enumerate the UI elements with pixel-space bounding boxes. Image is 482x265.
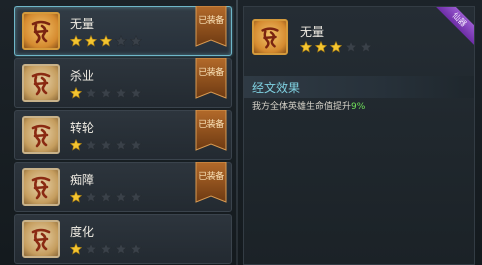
scripture-detail-panel: 无量 仙器 经文效果 我方全体英雄生命值提升9% [243, 6, 475, 265]
star-empty-icon [345, 41, 357, 53]
effect-description: 我方全体英雄生命值提升9% [252, 99, 365, 112]
section-title: 经文效果 [252, 81, 301, 95]
equipped-label: 已装备 [198, 68, 224, 78]
scripture-name: 转轮 [70, 121, 95, 135]
star-filled-icon [100, 35, 112, 47]
star-filled-icon [70, 139, 82, 151]
star-filled-icon [70, 87, 82, 99]
effect-text: 我方全体英雄生命值提升 [252, 102, 352, 112]
star-rating [70, 87, 142, 99]
star-filled-icon [70, 35, 82, 47]
star-rating [70, 191, 142, 203]
star-rating [70, 139, 142, 151]
star-empty-icon [115, 139, 127, 151]
star-empty-icon [85, 139, 97, 151]
star-empty-icon [130, 139, 142, 151]
star-filled-icon [300, 41, 312, 53]
equipped-label: 已装备 [198, 120, 224, 130]
star-filled-icon [70, 243, 82, 255]
scripture-item-2[interactable]: 转轮 已装备 [14, 110, 232, 160]
panel-divider [236, 0, 238, 265]
star-empty-icon [100, 87, 112, 99]
rarity-label: 仙器 [434, 7, 474, 47]
scripture-item-1[interactable]: 杀业 已装备 [14, 58, 232, 108]
equipped-label: 已装备 [198, 172, 224, 182]
star-empty-icon [360, 41, 372, 53]
star-empty-icon [130, 35, 142, 47]
star-filled-icon [315, 41, 327, 53]
star-empty-icon [115, 87, 127, 99]
detail-star-rating [300, 41, 372, 53]
scripture-name: 无量 [70, 17, 95, 31]
scripture-name: 杀业 [70, 69, 95, 83]
star-empty-icon [130, 87, 142, 99]
effect-value: 9% [351, 102, 366, 112]
scripture-item-0[interactable]: 无量 已装备 [14, 6, 232, 56]
detail-name: 无量 [300, 25, 325, 39]
star-empty-icon [100, 191, 112, 203]
star-rating [70, 243, 142, 255]
equipped-badge: 已装备 [195, 162, 227, 208]
detail-rune-icon [252, 19, 288, 55]
star-empty-icon [115, 35, 127, 47]
star-filled-icon [330, 41, 342, 53]
star-filled-icon [85, 35, 97, 47]
equipped-badge: 已装备 [195, 110, 227, 156]
equipped-label: 已装备 [198, 16, 224, 26]
rune-icon [22, 116, 60, 154]
star-empty-icon [85, 191, 97, 203]
scripture-name: 度化 [70, 225, 95, 239]
star-empty-icon [85, 87, 97, 99]
rune-icon [22, 12, 60, 50]
star-empty-icon [130, 243, 142, 255]
equipped-badge: 已装备 [195, 6, 227, 52]
scripture-item-3[interactable]: 痴障 已装备 [14, 162, 232, 212]
star-rating [70, 35, 142, 47]
rune-icon [22, 168, 60, 206]
scripture-list[interactable]: 无量 已装备 杀业 已装备 转轮 已装备 痴障 已装备 度化 [14, 6, 234, 265]
rarity-ribbon: 仙器 [434, 7, 474, 47]
rune-icon [22, 64, 60, 102]
equipped-badge: 已装备 [195, 58, 227, 104]
star-empty-icon [100, 243, 112, 255]
star-empty-icon [100, 139, 112, 151]
rune-icon [22, 220, 60, 258]
star-filled-icon [70, 191, 82, 203]
star-empty-icon [130, 191, 142, 203]
scripture-window: 无量 已装备 杀业 已装备 转轮 已装备 痴障 已装备 度化 无量 仙器 经文效… [0, 0, 482, 265]
star-empty-icon [115, 243, 127, 255]
star-empty-icon [85, 243, 97, 255]
effect-section-header: 经文效果 [244, 76, 474, 98]
scripture-name: 痴障 [70, 173, 95, 187]
scripture-item-4[interactable]: 度化 [14, 214, 232, 264]
star-empty-icon [115, 191, 127, 203]
